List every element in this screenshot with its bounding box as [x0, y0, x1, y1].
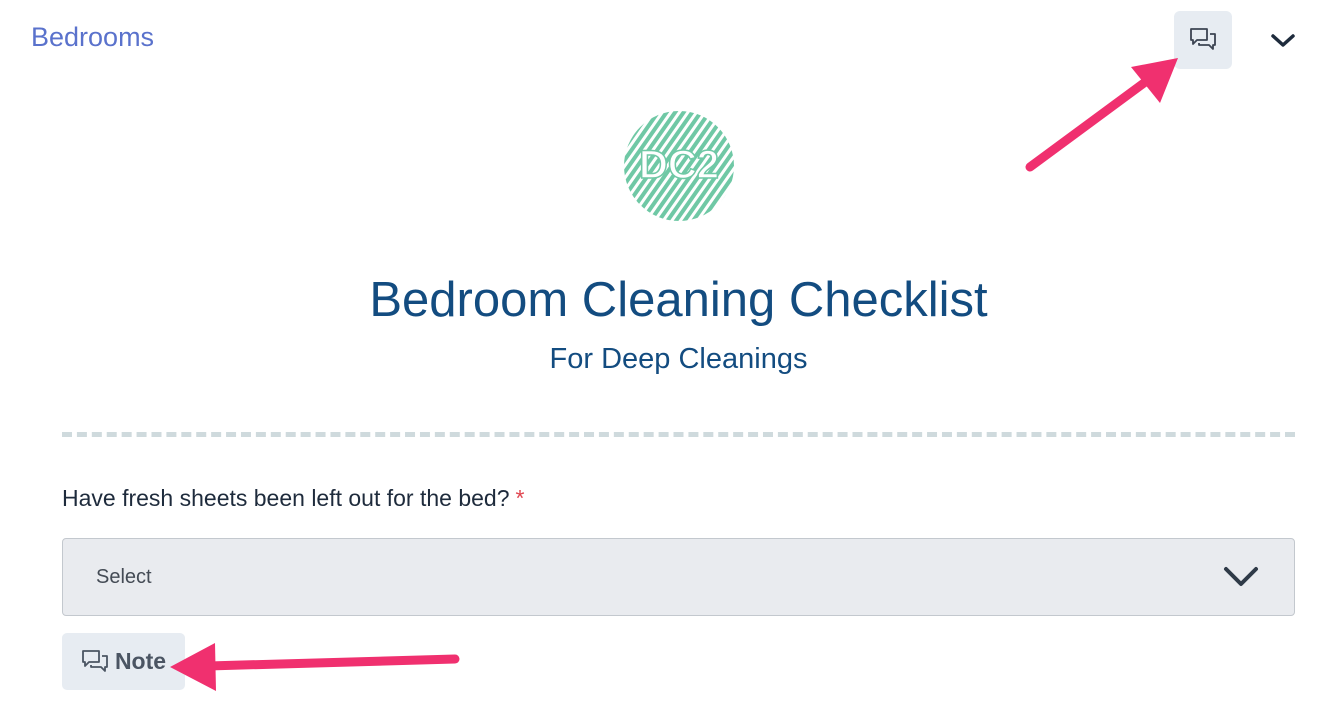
- company-logo: DC2: [624, 111, 734, 221]
- comments-button[interactable]: [1174, 11, 1232, 69]
- checklist-title: Bedroom Cleaning Checklist: [369, 273, 988, 327]
- comments-icon: [1190, 28, 1216, 50]
- chevron-down-icon: [1224, 567, 1258, 586]
- annotation-arrow-top: [1025, 58, 1178, 172]
- chevron-down-icon: [1271, 34, 1295, 47]
- collapse-button[interactable]: [1264, 24, 1302, 58]
- comments-icon: [82, 649, 108, 672]
- question-label: Have fresh sheets been left out for the …: [62, 485, 524, 512]
- note-label: Note: [114, 648, 167, 674]
- section-divider: [62, 432, 1295, 437]
- required-marker: *: [515, 485, 525, 511]
- add-note-button[interactable]: Note: [62, 633, 185, 690]
- svg-text:DC2: DC2: [639, 143, 719, 187]
- section-title[interactable]: Bedrooms: [31, 22, 154, 53]
- select-value: Select: [96, 566, 152, 588]
- checklist-subtitle: For Deep Cleanings: [549, 343, 808, 375]
- answer-select[interactable]: Select: [62, 538, 1295, 616]
- question-text: Have fresh sheets been left out for the …: [62, 485, 510, 511]
- annotation-arrow-bottom: [170, 643, 460, 691]
